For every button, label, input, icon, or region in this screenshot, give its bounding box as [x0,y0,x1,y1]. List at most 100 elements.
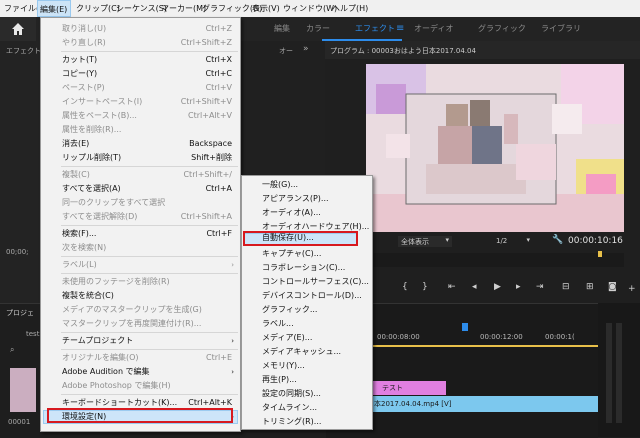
menu-separator [61,51,238,52]
edit-menu-item-label: 属性を削除(R)... [62,125,122,134]
edit-menu-item[interactable]: 検索(F)... Ctrl+F [41,227,240,241]
preferences-menu-item[interactable]: デバイスコントロール(D)... [242,289,372,303]
wrench-icon[interactable]: 🔧 [552,235,563,245]
fit-label: 全体表示 [401,238,429,246]
preferences-menu-item[interactable]: 再生(P)... [242,373,372,387]
add-button-icon[interactable]: + [628,284,636,294]
resolution-dropdown[interactable]: 1/2 ▾ [494,236,530,247]
preferences-menu-item[interactable]: オーディオ(A)... [242,206,372,220]
submenu-arrow-icon: › [231,261,234,269]
audio-clip-mixer-tab[interactable]: オー [279,46,293,56]
edit-menu-item[interactable]: カット(T) Ctrl+X [41,53,240,67]
lift-icon[interactable]: ⊟ [562,282,570,292]
edit-menu-item[interactable]: オリジナルを編集(O) Ctrl+E [41,351,240,365]
edit-menu-item[interactable]: 属性をペースト(B)... Ctrl+Alt+V [41,109,240,123]
preferences-menu-item-label: デバイスコントロール(D)... [262,291,362,300]
preferences-menu-item[interactable]: タイムライン... [242,401,372,415]
preferences-menu-item[interactable]: 設定の同期(S)... [242,387,372,401]
edit-menu-item[interactable]: 未使用のフッテージを削除(R) [41,275,240,289]
preferences-menu-item[interactable]: コラボレーション(C)... [242,261,372,275]
video-clip[interactable]: 本2017.04.04.mp4 [V] [372,396,598,412]
preferences-menu-item[interactable]: メモリ(Y)... [242,359,372,373]
preferences-menu-item[interactable]: ラベル... [242,317,372,331]
edit-menu-item[interactable]: 属性を削除(R)... [41,123,240,137]
edit-menu-item[interactable]: コピー(Y) Ctrl+C [41,67,240,81]
edit-menu-item-label: オリジナルを編集(O) [62,353,139,362]
submenu-arrow-icon: › [231,337,234,345]
menu-separator [61,394,238,395]
text-clip[interactable]: テスト [372,381,446,395]
edit-menu-item[interactable]: すべてを選択(A) Ctrl+A [41,182,240,196]
edit-menu-item[interactable]: Adobe Audition で編集 › [41,365,240,379]
search-icon[interactable]: ⌕ [10,345,14,355]
timeline-playhead-top[interactable] [462,323,468,331]
edit-menu-item-label: メディアのマスタークリップを生成(G) [62,305,202,314]
tab-effects[interactable]: エフェクト [355,17,395,41]
edit-menu-item[interactable]: 複製を統合(C) [41,289,240,303]
tab-editing[interactable]: 編集 [274,17,290,41]
edit-menu-item[interactable]: ラベル(L) › [41,258,240,272]
edit-menu-item[interactable]: マスタークリップを再度関連付け(R)... [41,317,240,331]
program-title: プログラム : 00003おはよう日本2017.04.04 [330,47,476,55]
edit-menu-item[interactable]: リップル削除(T) Shift+削除 [41,151,240,165]
go-to-in-icon[interactable]: ⇤ [448,282,456,292]
menu-view[interactable]: 表示(V) [250,0,282,17]
tab-color[interactable]: カラー [306,17,330,41]
preferences-menu-item[interactable]: グラフィック... [242,303,372,317]
program-mini-ruler[interactable] [366,253,624,267]
preferences-menu-item[interactable]: トリミング(R)... [242,415,372,429]
fit-dropdown[interactable]: 全体表示 ▾ [398,236,452,247]
mark-in-icon[interactable]: { [402,282,408,292]
edit-menu-item[interactable]: チームプロジェクト › [41,334,240,348]
edit-menu-item-label: 複製(C) [62,170,90,179]
mark-out-icon-2[interactable]: } [422,282,428,292]
home-button[interactable] [0,17,36,41]
edit-menu-item-label: チームプロジェクト [62,336,134,345]
play-icon[interactable]: ▶ [494,282,501,292]
edit-menu-item-label: Adobe Photoshop で編集(H) [62,381,171,390]
edit-menu-item[interactable]: ペースト(P) Ctrl+V [41,81,240,95]
go-to-out-icon[interactable]: ⇥ [536,282,544,292]
edit-menu-item-label: 取り消し(U) [62,24,107,33]
workspace-menu-icon[interactable]: ≡ [396,17,404,41]
preferences-menu-item[interactable]: アピアランス(P)... [242,192,372,206]
chevron-down-icon: ▾ [526,236,530,244]
edit-menu-item[interactable]: メディアのマスタークリップを生成(G) [41,303,240,317]
program-playhead[interactable] [598,251,602,257]
mosaic-image [366,64,624,232]
preferences-menu-item-label: メモリ(Y)... [262,361,305,370]
camera-icon[interactable]: ◙ [608,282,617,292]
edit-menu-item-shortcut: Ctrl+Shift+Z [180,38,232,47]
preferences-menu-item[interactable]: メディア(E)... [242,331,372,345]
work-area-bar[interactable] [372,345,598,347]
edit-menu-item[interactable]: 取り消し(U) Ctrl+Z [41,22,240,36]
preferences-menu-item[interactable]: キャプチャ(C)... [242,247,372,261]
edit-menu-item[interactable]: すべてを選択解除(D) Ctrl+Shift+A [41,210,240,224]
preferences-menu-item[interactable]: コントロールサーフェス(C)... [242,275,372,289]
edit-menu-item[interactable]: インサートペースト(I) Ctrl+Shift+V [41,95,240,109]
project-file-name: test [26,330,40,338]
clip-thumbnail[interactable] [10,368,36,412]
tab-audio[interactable]: オーディオ [414,17,453,41]
edit-menu-item[interactable]: やり直し(R) Ctrl+Shift+Z [41,36,240,50]
edit-menu-item[interactable]: 複製(C) Ctrl+Shift+/ [41,168,240,182]
edit-menu-item[interactable]: Adobe Photoshop で編集(H) [41,379,240,393]
edit-menu-item[interactable]: 消去(E) Backspace [41,137,240,151]
edit-menu-item[interactable]: 同一のクリップをすべて選択 [41,196,240,210]
menu-help[interactable]: ヘルプ(H) [330,0,370,17]
preferences-menu-item[interactable]: メディアキャッシュ... [242,345,372,359]
step-forward-icon[interactable]: ▸ [516,282,521,292]
tab-libraries[interactable]: ライブラリ [541,17,581,41]
preferences-menu-item[interactable]: 一般(G)... [242,178,372,192]
extract-icon[interactable]: ⊞ [586,282,594,292]
edit-menu-item-label: 属性をペースト(B)... [62,111,137,120]
panel-menu-icon[interactable]: » [303,44,309,54]
ruler-label-1: 00:00:08:00 [377,333,420,341]
source-timecode: 00;00; [6,248,29,256]
edit-menu-item[interactable]: 次を検索(N) [41,241,240,255]
step-back-icon[interactable]: ◂ [472,282,477,292]
tab-graphics[interactable]: グラフィック [478,17,526,41]
menu-edit[interactable]: 編集(E) [37,0,71,17]
preferences-menu-item-label: 再生(P)... [262,375,297,384]
video-frame [366,64,624,232]
